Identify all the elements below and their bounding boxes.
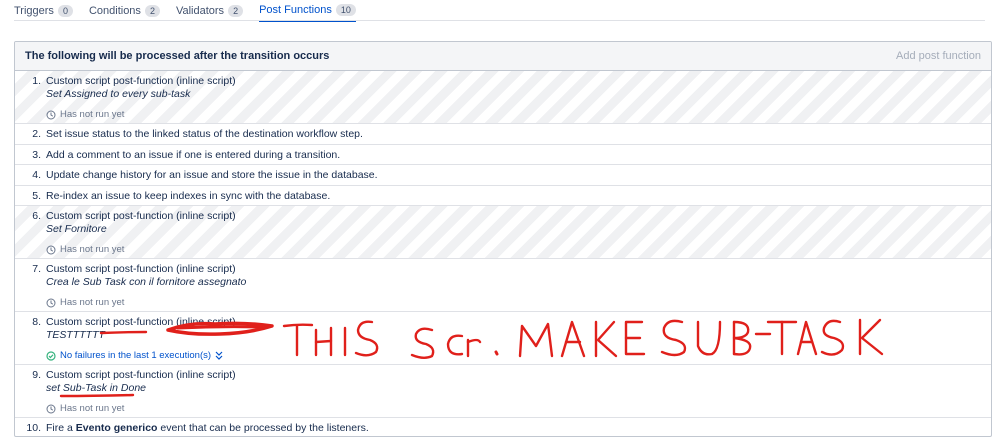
run-status: Has not run yet [46, 297, 981, 308]
row-number: 2. [32, 128, 41, 140]
check-circle-icon [46, 350, 56, 361]
row-number: 6. [32, 210, 41, 222]
post-function-row-2[interactable]: 2. Set issue status to the linked status… [15, 124, 991, 145]
post-function-row-9[interactable]: 9. Custom script post-function (inline s… [15, 365, 991, 418]
run-status-text: Has not run yet [60, 244, 125, 255]
row-subtitle: set Sub-Task in Done [46, 382, 147, 394]
post-function-row-8[interactable]: 8. Custom script post-function (inline s… [15, 312, 991, 365]
row-number: 9. [32, 369, 41, 381]
tab-label: Triggers [14, 5, 54, 17]
row-title: Custom script post-function (inline scri… [46, 210, 236, 222]
post-function-row-10[interactable]: 10. Fire a Evento generico event that ca… [15, 418, 991, 436]
tab-label: Post Functions [259, 4, 332, 16]
row-text: Set issue status to the linked status of… [46, 128, 363, 140]
row-text: Fire a [46, 422, 73, 434]
tab-bar: Triggers 0 Conditions 2 Validators 2 Pos… [14, 0, 356, 22]
post-function-list: 1. Custom script post-function (inline s… [15, 71, 991, 436]
tab-count-badge: 0 [57, 5, 73, 17]
tab-count-badge: 10 [335, 4, 356, 16]
clock-icon [46, 110, 56, 120]
post-function-row-1[interactable]: 1. Custom script post-function (inline s… [15, 71, 991, 124]
row-number: 7. [32, 263, 41, 275]
row-text: Update change history for an issue and s… [46, 169, 378, 181]
post-function-row-7[interactable]: 7. Custom script post-function (inline s… [15, 259, 991, 312]
row-number: 3. [32, 148, 41, 161]
run-status-text: Has not run yet [60, 297, 125, 308]
row-subtitle: Set Fornitore [46, 223, 107, 235]
tab-post-functions[interactable]: Post Functions 10 [259, 0, 356, 22]
tab-divider [14, 20, 985, 21]
tab-count-badge: 2 [228, 5, 244, 17]
row-subtitle: Crea le Sub Task con il fornitore assegn… [46, 276, 247, 288]
panel-title: The following will be processed after th… [25, 50, 330, 62]
row-number: 8. [32, 316, 41, 328]
row-number: 1. [32, 75, 41, 87]
post-function-row-4[interactable]: 4. Update change history for an issue an… [15, 165, 991, 186]
tab-validators[interactable]: Validators 2 [175, 0, 244, 22]
row-subtitle: TESTTTTTT [46, 329, 105, 341]
clock-icon [46, 298, 56, 308]
row-title: Custom script post-function (inline scri… [46, 316, 236, 328]
tab-label: Validators [175, 5, 225, 17]
run-status-text: No failures in the last 1 execution(s) [60, 350, 212, 361]
run-status[interactable]: No failures in the last 1 execution(s) [46, 350, 981, 361]
panel-header: The following will be processed after th… [15, 42, 991, 71]
row-number: 10. [26, 422, 41, 434]
run-status: Has not run yet [46, 403, 981, 414]
run-status: Has not run yet [46, 109, 981, 120]
tab-conditions[interactable]: Conditions 2 [89, 0, 160, 22]
row-title: Custom script post-function (inline scri… [46, 369, 236, 381]
clock-icon [46, 245, 56, 255]
double-chevron-down-icon[interactable] [215, 351, 223, 360]
post-functions-panel: The following will be processed after th… [14, 41, 992, 437]
row-number: 5. [32, 189, 41, 202]
row-subtitle: Set Assigned to every sub-task [46, 88, 191, 100]
run-status: Has not run yet [46, 244, 981, 255]
tab-triggers[interactable]: Triggers 0 [14, 0, 73, 22]
tab-count-badge: 2 [144, 5, 160, 17]
clock-icon [46, 404, 56, 414]
event-name: Evento generico [75, 422, 158, 434]
row-title: Custom script post-function (inline scri… [46, 75, 236, 87]
run-status-text: Has not run yet [60, 109, 125, 120]
tab-label: Conditions [88, 5, 141, 17]
post-function-row-5[interactable]: 5. Re-index an issue to keep indexes in … [15, 186, 991, 206]
row-text: Add a comment to an issue if one is ente… [46, 148, 341, 161]
post-function-row-6[interactable]: 6. Custom script post-function (inline s… [15, 206, 991, 259]
row-text: Re-index an issue to keep indexes in syn… [46, 189, 331, 202]
run-status-text: Has not run yet [60, 403, 125, 414]
row-text: event that can be processed by the liste… [160, 422, 369, 434]
post-function-row-3[interactable]: 3. Add a comment to an issue if one is e… [15, 145, 991, 165]
add-post-function-link[interactable]: Add post function [896, 50, 981, 62]
row-title: Custom script post-function (inline scri… [46, 263, 236, 275]
row-number: 4. [32, 169, 41, 181]
